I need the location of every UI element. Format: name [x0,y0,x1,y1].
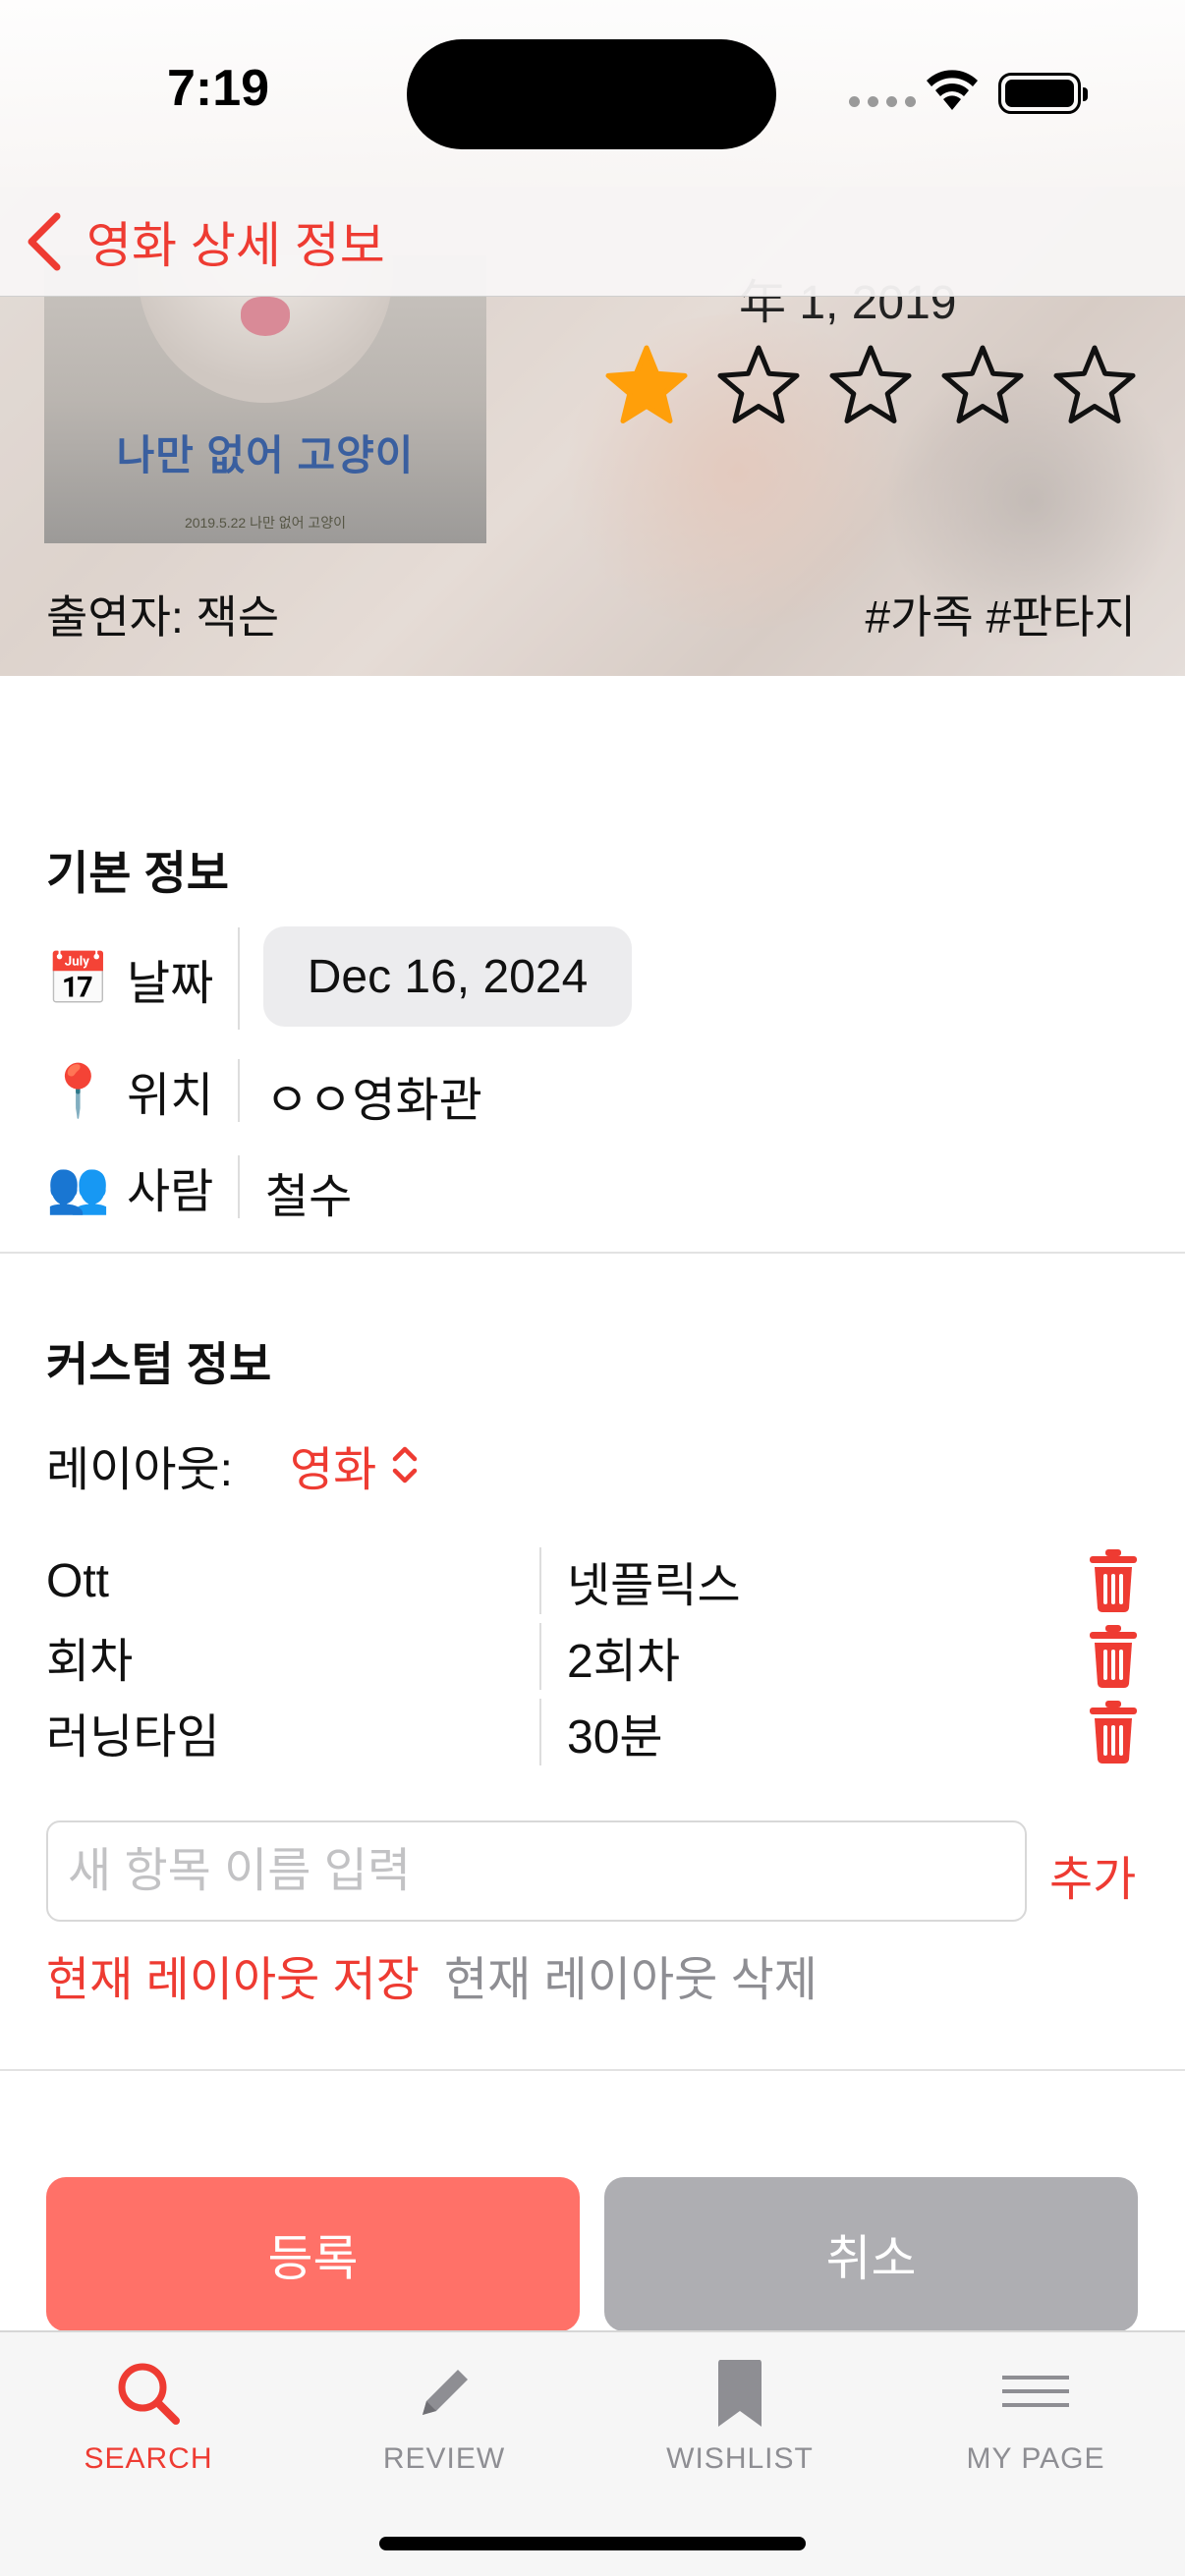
poster-cat-nose [241,297,290,336]
poster-date: 2019.5.22 나만 없어 고양이 [184,515,347,531]
custom-field-key[interactable]: Ott [46,1554,537,1608]
custom-field-row: 러닝타임 30분 [46,1695,1139,1769]
people-field[interactable]: 철수 [265,1157,352,1226]
location-label: 위치 [127,1070,214,1122]
poster-title: 나만 없어 고양이 [116,432,415,478]
save-layout-button[interactable]: 현재 레이아웃 저장 [46,1940,420,2009]
tab-search-label: SEARCH [84,2442,213,2475]
trash-icon[interactable] [1088,1623,1139,1690]
layout-label: 레이아웃: [46,1444,233,1496]
star-empty-icon[interactable] [713,342,804,432]
pin-icon: 📍 [46,1062,110,1120]
info-row-people: 👥 사람 [46,1136,223,1238]
location-separator [238,1059,240,1122]
wifi-icon [927,70,978,110]
menu-icon [1002,2376,1069,2407]
custom-field-separator [539,1623,541,1690]
star-empty-icon[interactable] [1049,342,1140,432]
custom-field-value[interactable]: 30분 [567,1698,663,1766]
section-divider [0,2069,1185,2071]
people-separator [238,1155,240,1218]
genre-tags: #가족 #판타지 [865,591,1136,643]
date-label: 날짜 [127,958,214,1010]
cellular-signal-icon [849,96,916,107]
custom-field-separator [539,1699,541,1765]
tab-search[interactable]: SEARCH [0,2332,297,2490]
custom-field-row: Ott 넷플릭스 [46,1543,1139,1618]
calendar-icon: 📅 [46,950,110,1008]
custom-info-title: 커스텀 정보 [46,1338,272,1390]
add-field-button[interactable]: 추가 [1049,1840,1136,1909]
custom-field-value[interactable]: 넷플릭스 [567,1546,741,1615]
dynamic-island [407,39,776,149]
custom-field-row: 회차 2회차 [46,1619,1139,1694]
layout-row: 레이아웃: 영화 [46,1430,420,1499]
layout-selector[interactable]: 영화 [290,1430,420,1499]
trash-icon[interactable] [1088,1699,1139,1765]
tab-my-page[interactable]: MY PAGE [887,2332,1184,2490]
cancel-button[interactable]: 취소 [604,2177,1138,2331]
tab-review[interactable]: REVIEW [296,2332,592,2490]
info-row-date: 📅 날짜 [46,927,223,1030]
chevron-up-down-icon [393,1446,418,1484]
tab-wishlist-label: WISHLIST [666,2442,814,2475]
delete-layout-button[interactable]: 현재 레이아웃 삭제 [444,1940,818,2009]
status-bar: 7:19 [0,0,1185,187]
section-divider [0,1252,1185,1254]
chevron-left-icon [28,212,61,271]
navigation-bar: 영화 상세 정보 [0,187,1185,297]
status-time: 7:19 [167,60,270,117]
tab-review-label: REVIEW [382,2442,506,2475]
layout-selector-value: 영화 [289,1444,377,1496]
star-rating[interactable] [601,342,1140,432]
search-icon [118,2363,180,2425]
star-filled-icon[interactable] [601,342,692,432]
home-indicator [379,2537,806,2550]
movie-poster: 나만 없어 고양이 2019.5.22 나만 없어 고양이 [44,255,486,543]
tab-wishlist[interactable]: WISHLIST [592,2332,888,2490]
custom-field-separator [539,1547,541,1614]
location-field[interactable]: ㅇㅇ영화관 [265,1061,482,1130]
people-label: 사람 [127,1166,214,1218]
custom-field-value[interactable]: 2회차 [567,1622,680,1691]
tab-my-page-label: MY PAGE [966,2442,1105,2475]
new-field-name-input[interactable] [46,1820,1027,1922]
battery-icon [998,73,1088,114]
star-empty-icon[interactable] [825,342,916,432]
info-row-location: 📍 위치 [46,1039,223,1142]
basic-info-title: 기본 정보 [46,847,230,899]
bookmark-icon [718,2360,762,2427]
date-separator [238,927,240,1030]
cast-label: 출연자: 잭슨 [46,591,280,643]
star-empty-icon[interactable] [937,342,1028,432]
custom-field-key[interactable]: 회차 [46,1622,537,1691]
people-icon: 👥 [46,1158,110,1216]
trash-icon[interactable] [1088,1547,1139,1614]
pencil-icon [423,2370,468,2415]
register-button[interactable]: 등록 [46,2177,580,2331]
back-button-label: 영화 상세 정보 [86,218,385,273]
custom-field-key[interactable]: 러닝타임 [46,1698,537,1766]
date-picker[interactable]: Dec 16, 2024 [263,926,632,1027]
back-button[interactable]: 영화 상세 정보 [22,206,385,277]
